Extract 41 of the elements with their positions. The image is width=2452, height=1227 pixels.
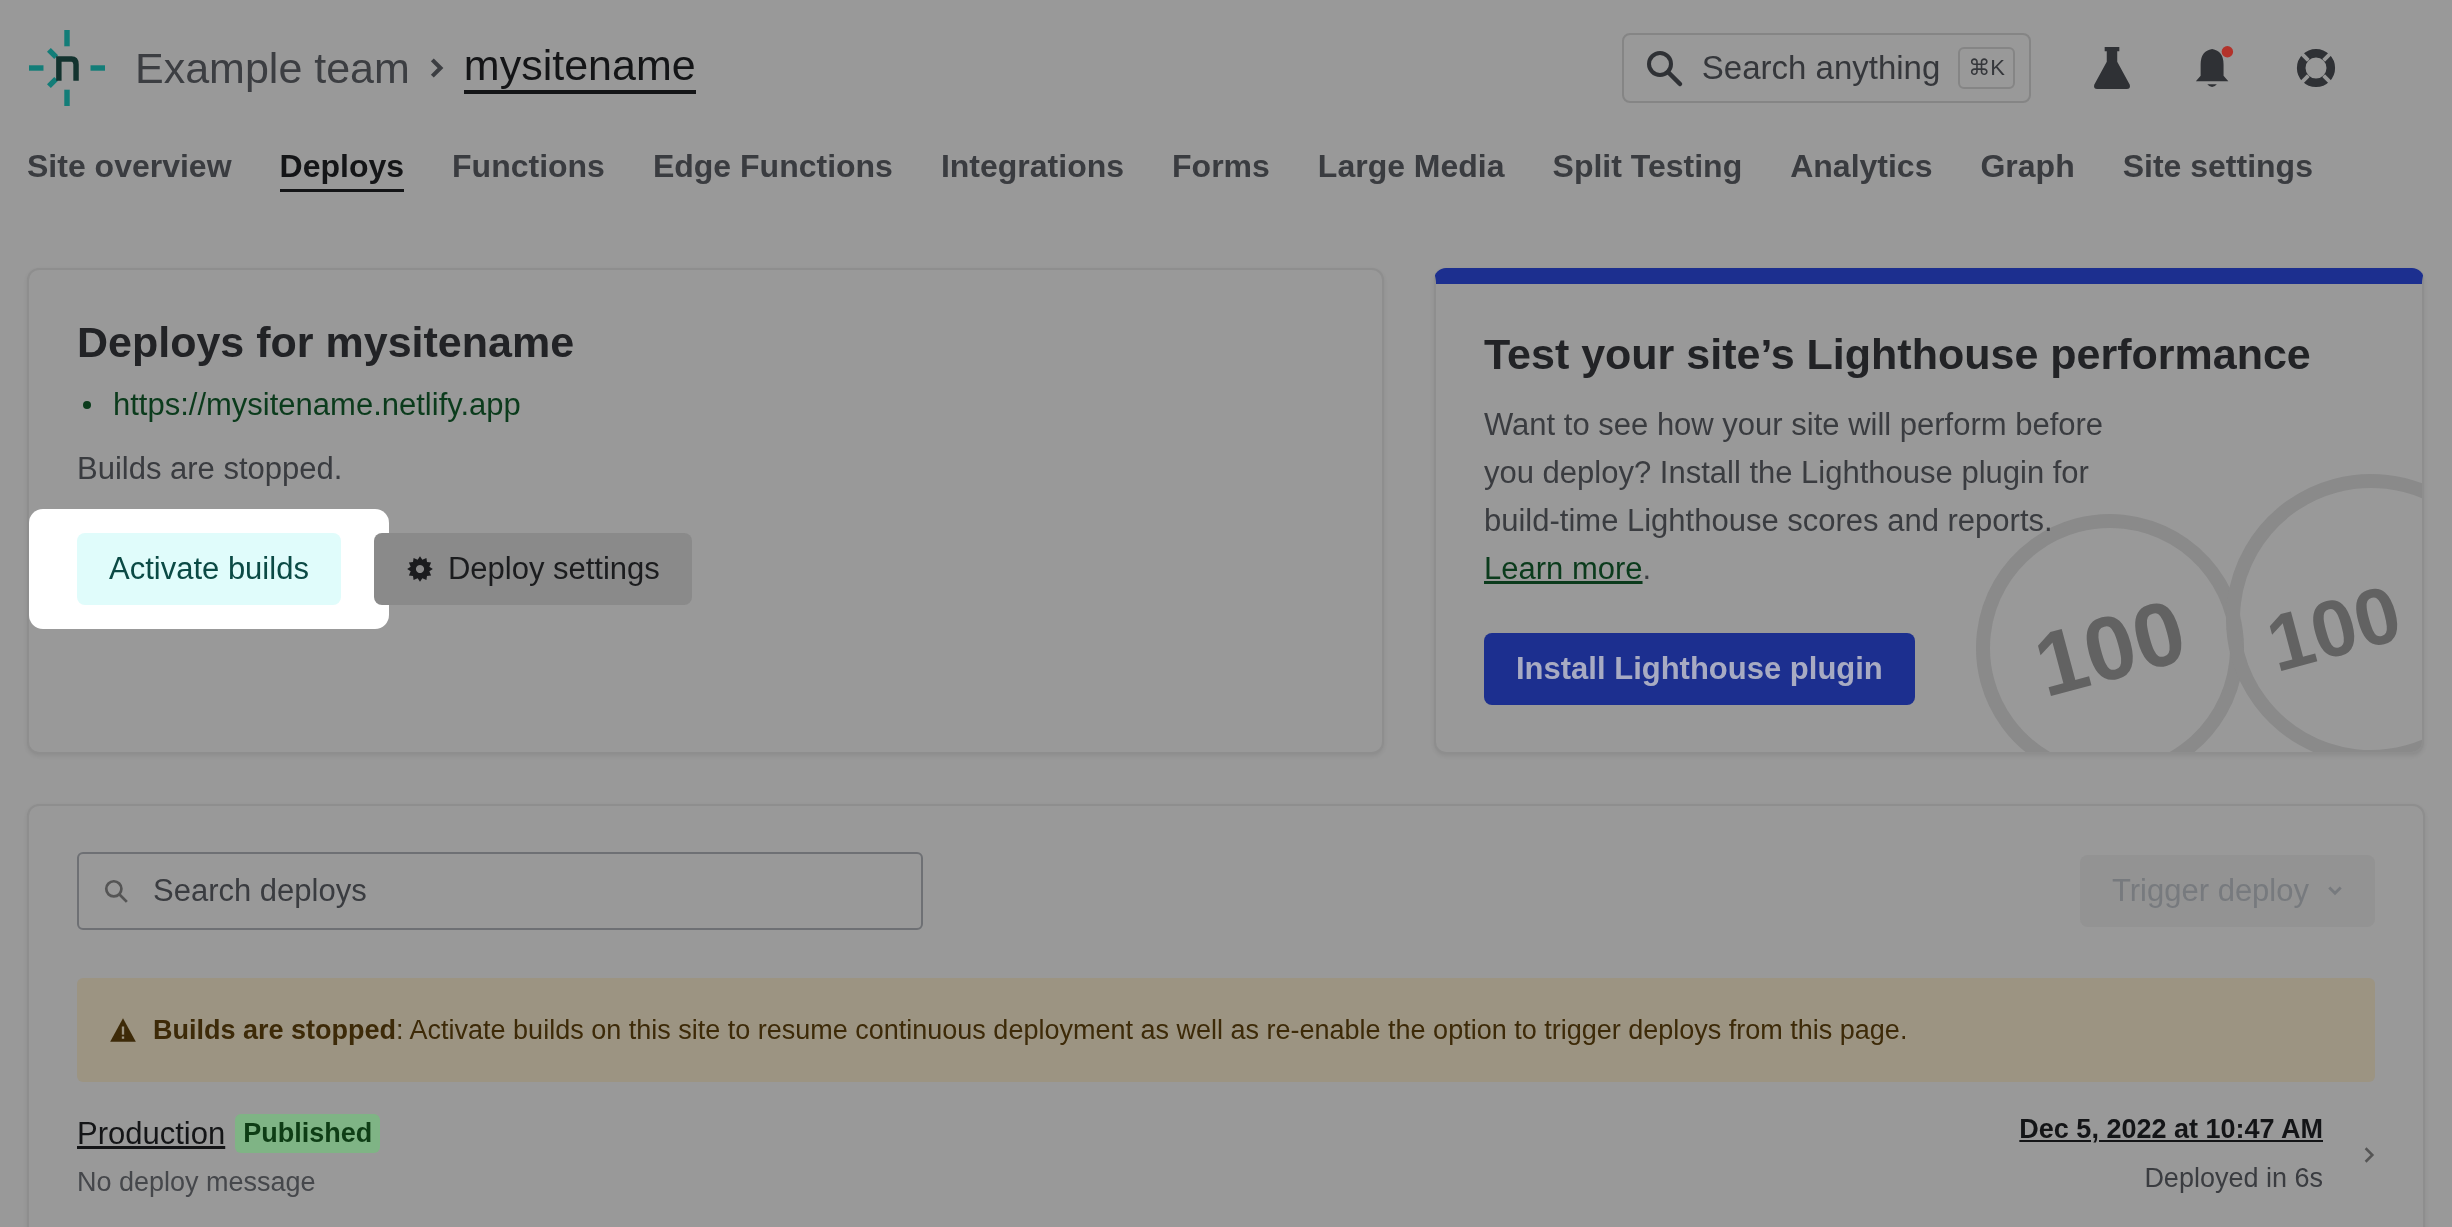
search-deploys-field[interactable]: Search deploys	[77, 852, 923, 930]
chevron-right-icon	[429, 57, 444, 79]
search-field[interactable]: Search anything ⌘K	[1621, 33, 2031, 103]
site-name-link[interactable]: mysitename	[463, 42, 696, 94]
deploy-date-link[interactable]: Dec 5, 2022 at 10:47 AM	[2019, 1114, 2323, 1145]
nav-tab[interactable]: Analytics	[1790, 148, 1933, 189]
lighthouse-description: Want to see how your site will perform before you deploy? Install the Lighthouse plugin for build-time Lighthouse scores and reports.	[1484, 406, 2105, 540]
card-title: Deploys for mysitename	[77, 318, 576, 367]
nav-tab[interactable]: Split Testing	[1552, 148, 1743, 189]
build-status-text: Builds are stopped.	[77, 451, 344, 487]
install-plugin-button[interactable]: Install Lighthouse plugin	[1484, 633, 1915, 705]
nav-tab[interactable]: Site settings	[2122, 148, 2313, 189]
bullet-icon	[83, 401, 91, 409]
deploy-duration: Deployed in 6s	[2144, 1163, 2323, 1194]
status-badge: Published	[235, 1114, 381, 1153]
activate-builds-button[interactable]: Activate builds	[77, 533, 341, 605]
nav-tab[interactable]: Functions	[452, 148, 605, 189]
caret-icon	[2327, 885, 2343, 897]
warning-message: Builds are stopped: Activate builds on this site to resume continuous deployment as well as re-enable the option to trigger deploys from this page.	[153, 1014, 1908, 1046]
nav-tab[interactable]: Integrations	[940, 148, 1125, 189]
learn-more-link[interactable]: Learn more	[1484, 551, 1643, 586]
nav-tab[interactable]: Deploys	[279, 148, 405, 192]
deploy-context-link[interactable]: Production	[77, 1115, 226, 1152]
flask-icon[interactable]	[2091, 45, 2133, 91]
nav-tab[interactable]: Edge Functions	[652, 148, 893, 189]
nav-tab[interactable]: Site overview	[27, 148, 232, 189]
search-icon	[103, 878, 129, 904]
chevron-right-icon[interactable]	[2363, 1146, 2375, 1164]
site-url-link[interactable]: https://mysitename.netlify.app	[113, 387, 521, 423]
nav-tab[interactable]: Forms	[1172, 148, 1270, 189]
warning-icon	[109, 1017, 137, 1043]
deploy-settings-button[interactable]: Deploy settings	[373, 533, 692, 605]
team-link[interactable]: Example team	[135, 43, 410, 93]
gear-icon	[405, 555, 434, 583]
deploy-message: No deploy message	[77, 1167, 317, 1198]
nav-tab[interactable]: Graph	[1980, 148, 2075, 189]
shortcut-hint: ⌘K	[1958, 47, 2015, 89]
card-title: Test your site’s Lighthouse performance	[1484, 330, 2312, 379]
punctuation-text: .	[1642, 551, 1652, 586]
nav-tab[interactable]: Large Media	[1317, 148, 1505, 189]
logo-icon[interactable]	[27, 30, 107, 106]
